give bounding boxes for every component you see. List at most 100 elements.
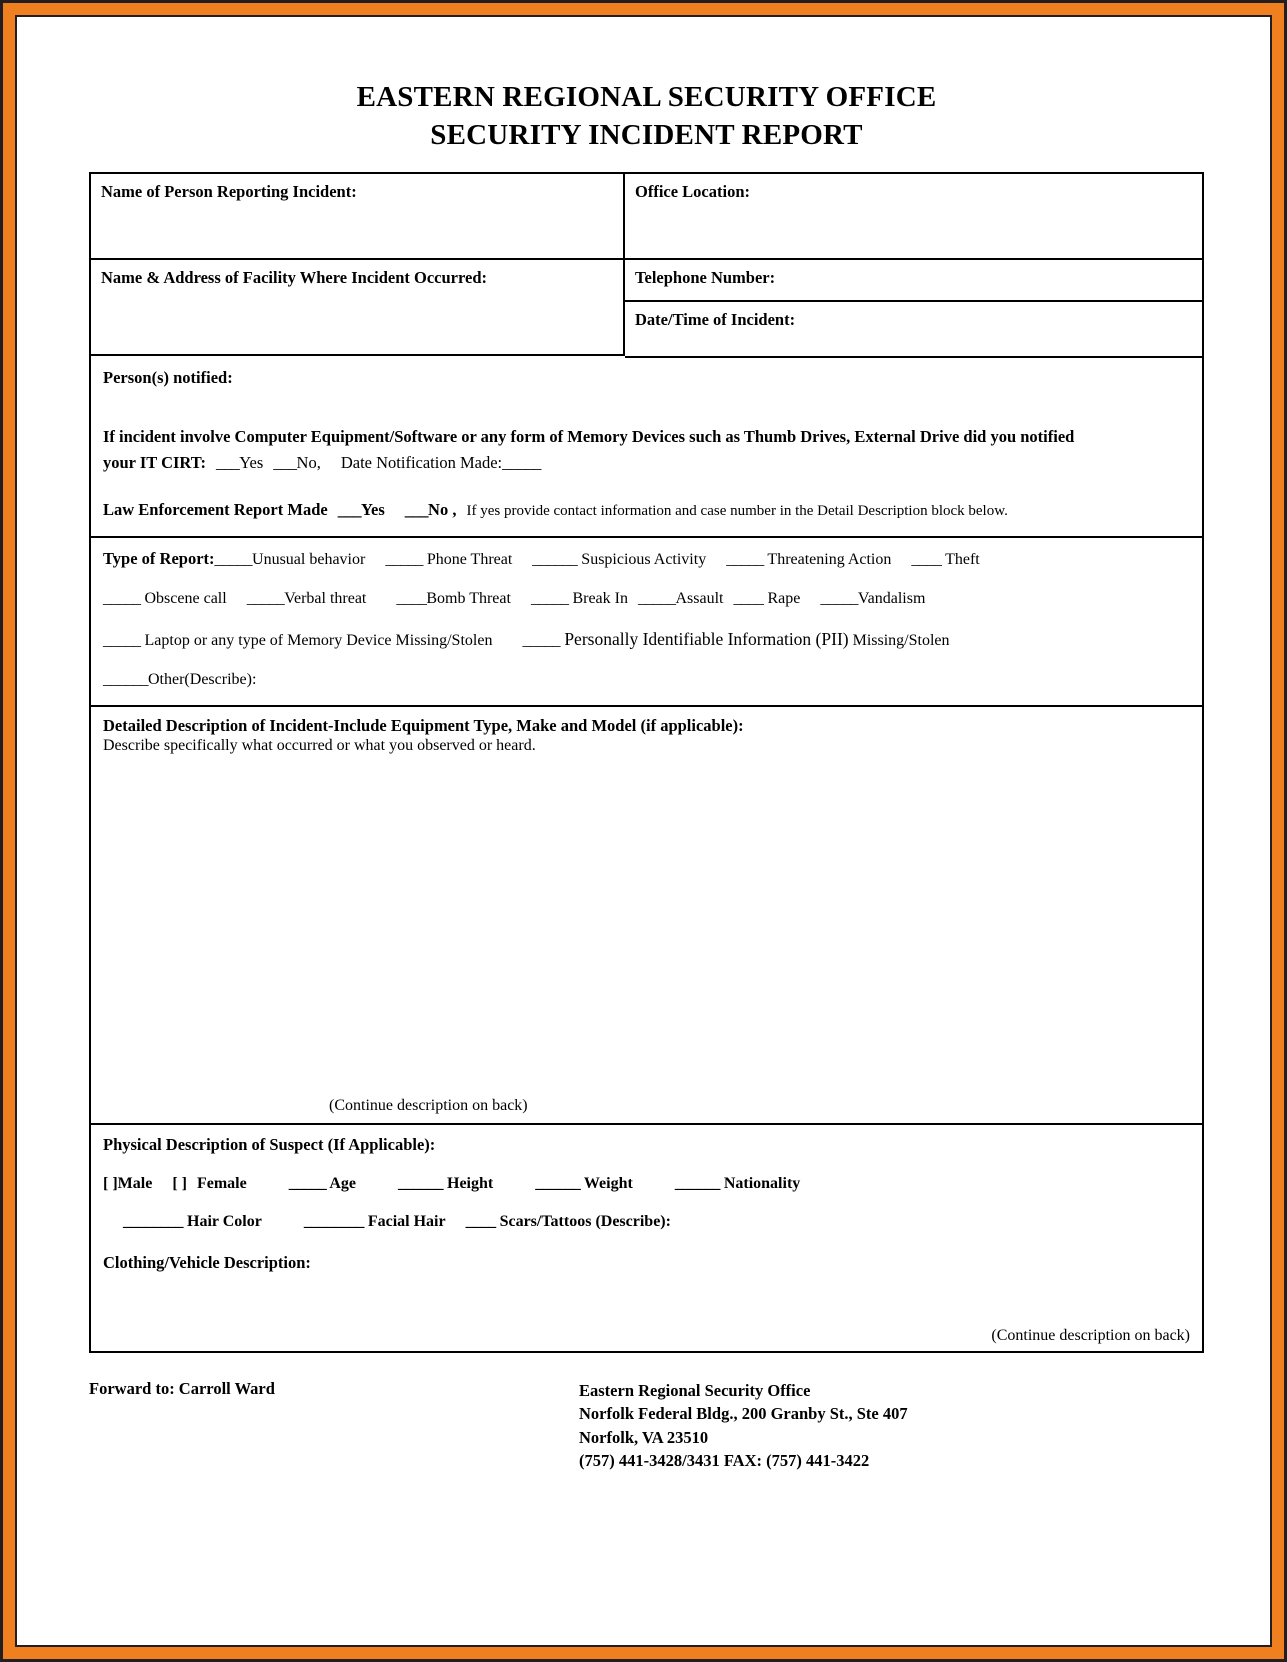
cirt-no-blank[interactable]: ___	[273, 453, 297, 472]
cirt-prefix: your IT CIRT:	[103, 452, 207, 472]
suspect-continue-note: (Continue description on back)	[991, 1326, 1190, 1344]
suspect-female-label: Female	[196, 1174, 247, 1192]
type-label-unusual-behavior: Unusual behavior	[252, 550, 366, 568]
type-label-pii-missing-stolen: Missing/Stolen	[848, 631, 950, 649]
suspect-height-blank[interactable]: ______	[398, 1175, 444, 1192]
type-label-bomb-threat: Bomb Threat	[426, 590, 511, 608]
type-blank-suspicious-activity[interactable]: ______	[532, 551, 578, 568]
cirt-no-label: No,	[296, 452, 321, 472]
telephone-cell[interactable]: Telephone Number:	[625, 260, 1202, 303]
notification-section: Person(s) notified: If incident involve …	[91, 358, 1202, 538]
facility-address-cell[interactable]: Name & Address of Facility Where Inciden…	[91, 260, 625, 357]
reporter-name-cell[interactable]: Name of Person Reporting Incident:	[91, 174, 625, 261]
suspect-row-basic: [ ]Male[ ] Female _____ Age ______ Height __…	[103, 1175, 1190, 1193]
type-blank-break-in[interactable]: _____	[531, 590, 569, 607]
type-label-assault: Assault	[675, 590, 724, 608]
type-of-report-row-2: _____ Obscene call _____Verbal threat ____…	[103, 588, 1190, 610]
suspect-weight-blank[interactable]: ______	[535, 1175, 581, 1192]
suspect-facial-hair-label: Facial Hair	[363, 1212, 446, 1230]
telephone-label: Telephone Number:	[635, 268, 776, 288]
type-blank-other[interactable]: ______	[103, 671, 149, 688]
form-row-reporter: Name of Person Reporting Incident: Offic…	[91, 174, 1202, 261]
suspect-male-checkbox[interactable]: [ ]	[103, 1175, 118, 1192]
cirt-yes-blank[interactable]: ___	[216, 453, 240, 472]
law-enforcement-line: Law Enforcement Report Made ___Yes ___No ,…	[103, 498, 1190, 522]
type-label-obscene-call: Obscene call	[140, 590, 227, 608]
type-of-report-row-1: Type of Report:_____Unusual behavior ____…	[103, 548, 1190, 571]
suspect-nationality-label: Nationality	[719, 1174, 801, 1192]
type-of-report-section: Type of Report:_____Unusual behavior ____…	[91, 538, 1202, 707]
type-label-verbal-threat: Verbal threat	[284, 590, 367, 608]
type-label-theft: Theft	[941, 550, 980, 568]
office-location-cell[interactable]: Office Location:	[625, 174, 1202, 261]
footer-address-line-2: Norfolk, VA 23510	[579, 1427, 709, 1447]
suspect-scars-blank[interactable]: ____	[466, 1213, 497, 1230]
type-blank-bomb-threat[interactable]: ____	[396, 590, 427, 607]
document-page: EASTERN REGIONAL SECURITY OFFICE SECURIT…	[17, 17, 1270, 1645]
type-blank-theft[interactable]: ____	[911, 551, 942, 568]
forward-to-text: Forward to: Carroll Ward	[89, 1378, 275, 1398]
type-blank-unusual-behavior[interactable]: _____	[215, 551, 253, 568]
detailed-description-title: Detailed Description of Incident-Include…	[103, 715, 744, 735]
suspect-section-title: Physical Description of Suspect (If Appl…	[103, 1134, 436, 1154]
type-blank-pii-missing[interactable]: _____	[522, 632, 560, 649]
suspect-nationality-blank[interactable]: ______	[675, 1175, 721, 1192]
cirt-date-blank[interactable]: _____	[502, 453, 541, 472]
suspect-row-hair: ________ Hair Color ________ Facial Hair _…	[103, 1213, 1190, 1231]
type-label-vandalism: Vandalism	[857, 590, 926, 608]
datetime-label: Date/Time of Incident:	[635, 310, 796, 330]
decorative-frame-inner: EASTERN REGIONAL SECURITY OFFICE SECURIT…	[15, 15, 1272, 1647]
datetime-cell[interactable]: Date/Time of Incident:	[625, 302, 1202, 356]
suspect-scars-label: Scars/Tattoos (Describe):	[495, 1212, 671, 1230]
suspect-hair-color-label: Hair Color	[183, 1212, 262, 1230]
type-blank-phone-threat[interactable]: _____	[385, 551, 423, 568]
type-label-rape: Rape	[763, 590, 801, 608]
law-enforcement-note: If yes provide contact information and c…	[466, 502, 1008, 519]
detailed-description-section[interactable]: Detailed Description of Incident-Include…	[91, 707, 1202, 1125]
document-title: EASTERN REGIONAL SECURITY OFFICE SECURIT…	[17, 17, 1270, 154]
type-blank-laptop-missing[interactable]: _____	[103, 632, 141, 649]
suspect-age-blank[interactable]: _____	[289, 1175, 327, 1192]
type-label-other: Other(Describe):	[148, 671, 257, 689]
type-label-pii: Personally Identifiable Information (PII…	[559, 628, 849, 649]
type-label-laptop-missing: Laptop or any type of Memory Device Miss…	[140, 631, 493, 649]
suspect-hair-color-blank[interactable]: ________	[123, 1213, 184, 1230]
type-label-threatening-action: Threatening Action	[763, 550, 892, 568]
detailed-description-subtitle: Describe specifically what occurred or w…	[103, 736, 536, 754]
type-blank-threatening-action[interactable]: _____	[726, 551, 764, 568]
suspect-height-label: Height	[443, 1174, 494, 1192]
office-location-label: Office Location:	[635, 182, 751, 202]
type-blank-obscene-call[interactable]: _____	[103, 590, 141, 607]
suspect-weight-label: Weight	[580, 1174, 633, 1192]
law-enforcement-yes-label: Yes	[360, 499, 385, 519]
law-enforcement-no-blank[interactable]: ___	[405, 500, 429, 519]
type-label-break-in: Break In	[568, 590, 628, 608]
title-line-2: SECURITY INCIDENT REPORT	[430, 118, 863, 151]
cirt-question-text: If incident involve Computer Equipment/S…	[103, 427, 1075, 447]
office-address-block: Eastern Regional Security Office Norfolk…	[579, 1379, 1204, 1473]
type-blank-assault[interactable]: _____	[638, 590, 676, 607]
title-line-1: EASTERN REGIONAL SECURITY OFFICE	[356, 81, 937, 113]
type-blank-vandalism[interactable]: _____	[820, 590, 858, 607]
type-label-suspicious-activity: Suspicious Activity	[577, 550, 707, 568]
suspect-male-label: Male	[117, 1174, 153, 1192]
persons-notified-label: Person(s) notified:	[103, 368, 233, 388]
law-enforcement-yes-blank[interactable]: ___	[338, 500, 362, 519]
facility-address-label: Name & Address of Facility Where Inciden…	[101, 268, 488, 288]
type-blank-verbal-threat[interactable]: _____	[247, 590, 285, 607]
contact-stack: Telephone Number: Date/Time of Incident:	[625, 260, 1202, 359]
document-footer: Forward to: Carroll Ward Eastern Regiona…	[89, 1379, 1204, 1473]
law-enforcement-no-label: No ,	[428, 499, 457, 519]
suspect-facial-hair-blank[interactable]: ________	[304, 1213, 365, 1230]
cirt-date-label: Date Notification Made:	[340, 452, 503, 472]
clothing-vehicle-label[interactable]: Clothing/Vehicle Description:	[103, 1253, 1190, 1273]
description-continue-note: (Continue description on back)	[329, 1096, 528, 1114]
type-of-report-heading: Type of Report:	[103, 548, 215, 568]
suspect-female-checkbox[interactable]: [ ]	[172, 1175, 187, 1192]
reporter-name-label: Name of Person Reporting Incident:	[101, 182, 357, 202]
cirt-yes-label: Yes	[239, 452, 264, 472]
type-blank-rape[interactable]: ____	[733, 590, 764, 607]
cirt-question: If incident involve Computer Equipment/S…	[103, 424, 1190, 450]
footer-office-name: Eastern Regional Security Office	[579, 1380, 811, 1400]
cirt-answer-line: your IT CIRT: ___Yes ___No, Date Notificati…	[103, 450, 1190, 476]
